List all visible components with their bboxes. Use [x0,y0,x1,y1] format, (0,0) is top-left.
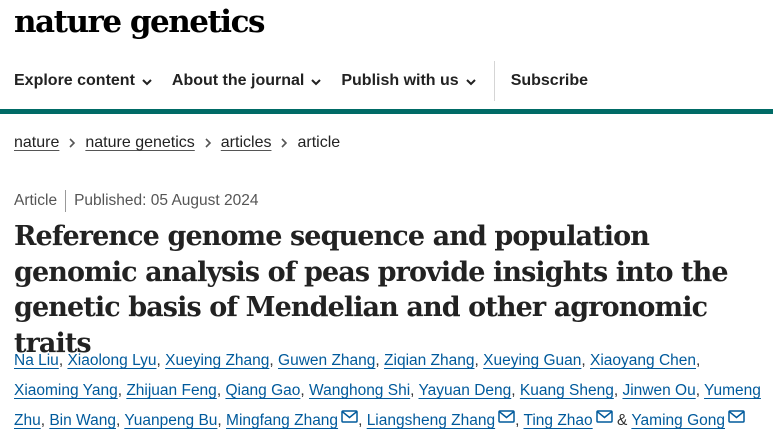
author-list: Na Liu, Xiaolong Lyu, Xueying Zhang, Guw… [14,352,761,429]
publish-date: Published: 05 August 2024 [74,192,259,209]
breadcrumb-nature[interactable]: nature [14,134,59,152]
author-link[interactable]: Liangsheng Zhang [367,412,495,429]
author-link[interactable]: Qiang Gao [225,382,300,399]
author-link[interactable]: Wanghong Shi [309,382,410,399]
chevron-right-icon [205,138,211,148]
nav-label: About the journal [171,72,305,89]
nav-explore-content[interactable]: Explore content [0,53,152,109]
nav-label: Explore content [14,72,135,89]
author-link[interactable]: Zhijuan Feng [126,382,216,399]
chevron-right-icon [281,138,288,148]
author-link[interactable]: Yaming Gong [631,412,725,429]
author-link[interactable]: Bin Wang [49,412,116,429]
author-link[interactable]: Ting Zhao [523,412,592,429]
chevron-down-icon [465,79,476,86]
breadcrumb-current: article [297,134,341,151]
author-link[interactable]: Na Liu [14,352,59,369]
article-type: Article [14,192,58,209]
author-link[interactable]: Xiaolong Lyu [67,352,156,369]
author-link[interactable]: Yuanpeng Bu [124,412,217,429]
mail-icon[interactable] [498,410,515,423]
author-link[interactable]: Xiaoyang Chen [590,352,696,369]
nav-label: Publish with us [341,72,459,89]
nav-subscribe[interactable]: Subscribe [497,53,588,109]
author-link[interactable]: Mingfang Zhang [226,412,338,429]
nav-label: Subscribe [510,72,589,89]
author-link[interactable]: Xueying Zhang [165,352,269,369]
main-nav: Explore content About the journal Publis… [0,53,773,109]
nav-publish-with-us[interactable]: Publish with us [321,53,476,109]
chevron-down-icon [311,79,322,86]
article-meta: Article Published: 05 August 2024 [14,190,259,212]
nav-about-journal[interactable]: About the journal [152,53,322,109]
author-link[interactable]: Xueying Guan [483,352,581,369]
author-link[interactable]: Ziqian Zhang [384,352,474,369]
mail-icon[interactable] [728,410,745,423]
meta-divider [65,190,67,212]
chevron-right-icon [69,138,76,148]
author-link[interactable]: Guwen Zhang [278,352,375,369]
mail-icon[interactable] [341,410,358,423]
author-link[interactable]: Yayuan Deng [418,382,511,399]
nav-accent-bar [0,109,773,114]
mail-icon[interactable] [595,410,613,423]
breadcrumb-nature-genetics[interactable]: nature genetics [85,134,194,152]
breadcrumb: nature nature genetics articles article [14,134,340,152]
chevron-down-icon [142,79,152,86]
nav-divider [493,61,495,101]
breadcrumb-articles[interactable]: articles [221,134,272,152]
author-link[interactable]: Xiaoming Yang [14,382,118,399]
journal-logo[interactable]: nature genetics [14,4,265,40]
author-link[interactable]: Kuang Sheng [520,382,614,399]
article-title: Reference genome sequence and population… [14,221,729,359]
author-and-separator: & [616,412,628,429]
author-link[interactable]: Jinwen Ou [622,382,695,399]
